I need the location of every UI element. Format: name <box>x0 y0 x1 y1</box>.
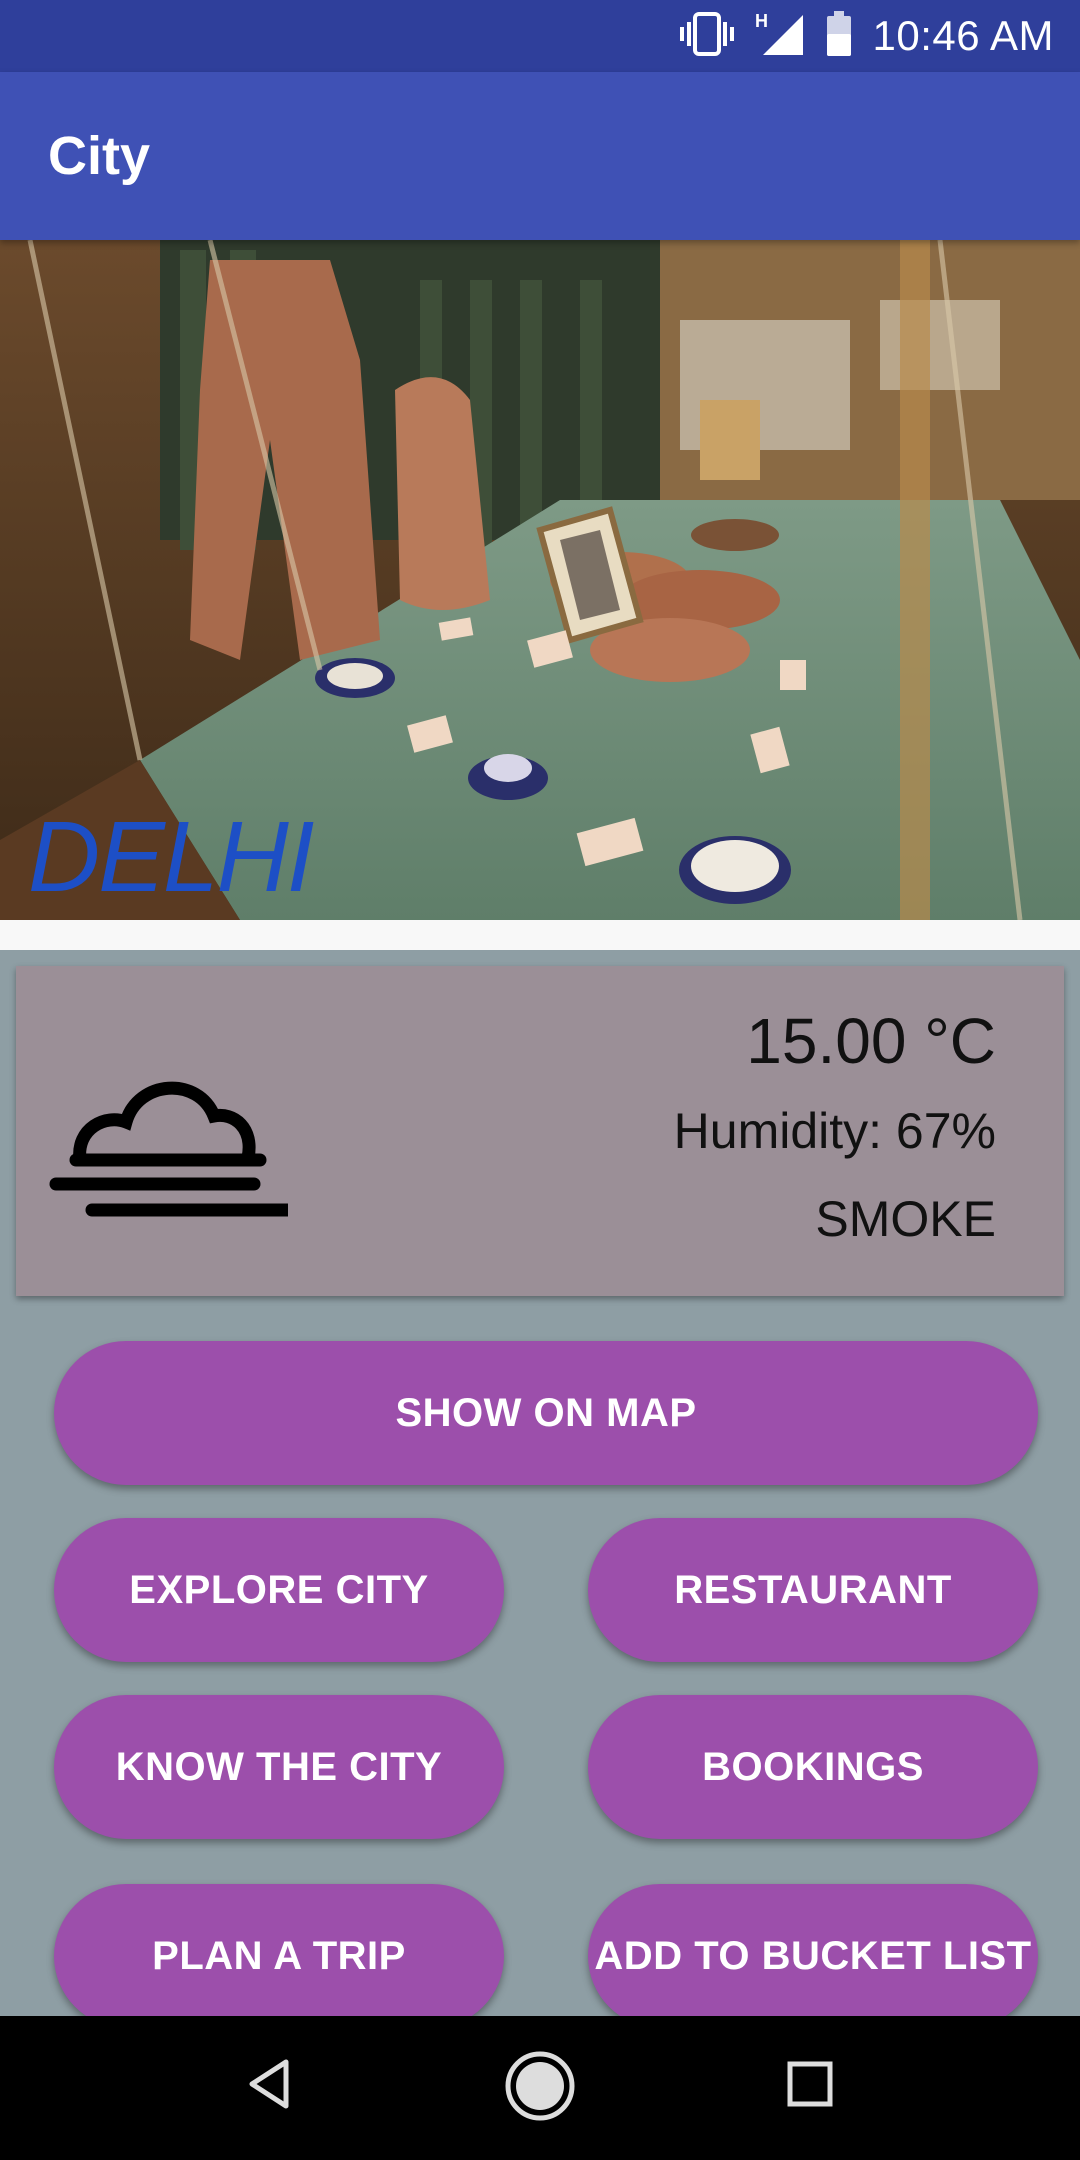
plan-a-trip-button[interactable]: PLAN A TRIP <box>54 1884 504 2028</box>
fog-icon <box>48 1058 301 1233</box>
add-to-bucket-list-button[interactable]: ADD TO BUCKET LIST <box>588 1884 1038 2028</box>
know-the-city-button[interactable]: KNOW THE CITY <box>54 1695 504 1839</box>
signal-h-icon: H <box>755 11 805 62</box>
battery-icon <box>825 10 853 62</box>
restaurant-button[interactable]: RESTAURANT <box>588 1518 1038 1662</box>
humidity-value: Humidity: 67% <box>673 1103 996 1159</box>
app-bar-title: City <box>48 126 151 186</box>
network-type-label: H <box>755 11 768 31</box>
back-icon[interactable] <box>240 2054 300 2119</box>
city-name-overlay: DELHI <box>28 801 315 913</box>
weather-card: 15.00 °C Humidity: 67% SMOKE <box>16 966 1064 1296</box>
weather-info: 15.00 °C Humidity: 67% SMOKE <box>674 996 996 1262</box>
recents-icon[interactable] <box>780 2054 840 2119</box>
status-time: 10:46 AM <box>872 12 1054 59</box>
screen: H 10:46 AM City DELHI 15.00 °C Humidity:… <box>0 0 1080 2160</box>
vibrate-icon <box>679 11 735 61</box>
weather-condition: SMOKE <box>815 1191 996 1247</box>
home-icon[interactable] <box>504 2050 576 2127</box>
city-image-carousel[interactable]: DELHI <box>0 240 1080 920</box>
explore-city-button[interactable]: EXPLORE CITY <box>54 1518 504 1662</box>
divider-strip <box>0 920 1080 950</box>
temperature-value: 15.00 °C <box>746 1005 996 1077</box>
bookings-button[interactable]: BOOKINGS <box>588 1695 1038 1839</box>
show-on-map-button[interactable]: SHOW ON MAP <box>54 1341 1038 1485</box>
status-bar: H 10:46 AM <box>0 0 1080 72</box>
app-bar: City <box>0 72 1080 240</box>
system-nav-bar <box>0 2016 1080 2160</box>
